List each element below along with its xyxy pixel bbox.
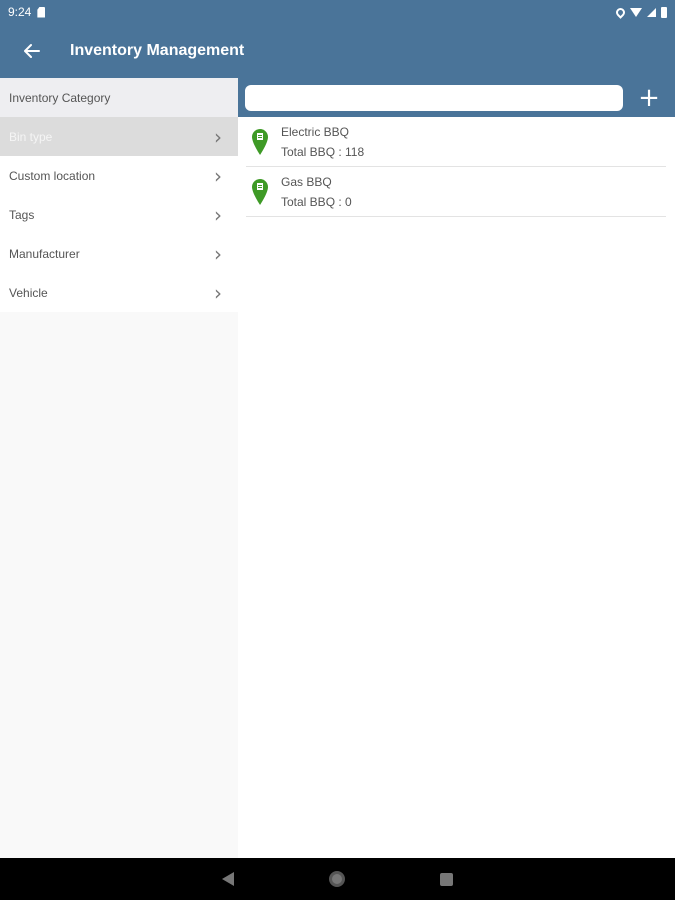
signal-icon <box>647 7 656 17</box>
nav-home-icon[interactable] <box>329 871 345 887</box>
status-bar: 9:24 <box>0 0 675 24</box>
wifi-icon <box>630 7 642 17</box>
nav-recents-icon[interactable] <box>440 872 453 886</box>
category-item-label: Custom location <box>9 168 96 183</box>
item-detail: Total BBQ : 0 <box>281 194 352 209</box>
chevron-right-icon: › <box>214 124 222 149</box>
category-list: Bin type › Custom location › Tags › Manu… <box>0 117 238 312</box>
category-item-manufacturer[interactable]: Manufacturer › <box>0 234 238 273</box>
chevron-right-icon: › <box>214 241 222 266</box>
category-item-bin-type[interactable]: Bin type › <box>0 117 238 156</box>
category-item-label: Vehicle <box>9 285 48 300</box>
item-detail: Total BBQ : 118 <box>281 144 365 159</box>
app-bar: Inventory Management <box>0 24 675 78</box>
category-item-vehicle[interactable]: Vehicle › <box>0 273 238 312</box>
item-name: Electric BBQ <box>281 124 350 139</box>
category-item-label: Manufacturer <box>9 246 80 261</box>
map-pin-icon <box>252 128 268 155</box>
sd-card-icon <box>37 6 46 18</box>
search-toolbar: + <box>238 78 675 117</box>
map-pin-icon <box>252 178 268 205</box>
page-title: Inventory Management <box>70 42 245 59</box>
nav-back-icon[interactable] <box>222 872 234 886</box>
category-item-custom-location[interactable]: Custom location › <box>0 156 238 195</box>
category-header: Inventory Category <box>0 78 238 117</box>
chevron-right-icon: › <box>214 280 222 305</box>
add-button[interactable]: + <box>623 78 675 117</box>
category-panel: Inventory Category Bin type › Custom loc… <box>0 78 238 858</box>
category-item-label: Tags <box>9 207 35 222</box>
bin-type-list: Electric BBQ Total BBQ : 118 Gas BBQ Tot… <box>246 117 666 217</box>
search-input[interactable] <box>245 84 623 111</box>
list-item[interactable]: Electric BBQ Total BBQ : 118 <box>246 117 666 167</box>
add-icon: + <box>638 82 660 113</box>
location-icon <box>614 5 627 19</box>
category-item-label: Bin type <box>9 129 53 144</box>
system-nav-bar <box>0 858 675 900</box>
back-button[interactable] <box>0 24 64 78</box>
category-item-tags[interactable]: Tags › <box>0 195 238 234</box>
list-item[interactable]: Gas BBQ Total BBQ : 0 <box>246 167 666 217</box>
battery-icon <box>661 6 667 18</box>
item-name: Gas BBQ <box>281 174 332 189</box>
back-arrow-icon <box>24 44 40 58</box>
chevron-right-icon: › <box>214 163 222 188</box>
status-time: 9:24 <box>8 5 32 19</box>
chevron-right-icon: › <box>214 202 222 227</box>
